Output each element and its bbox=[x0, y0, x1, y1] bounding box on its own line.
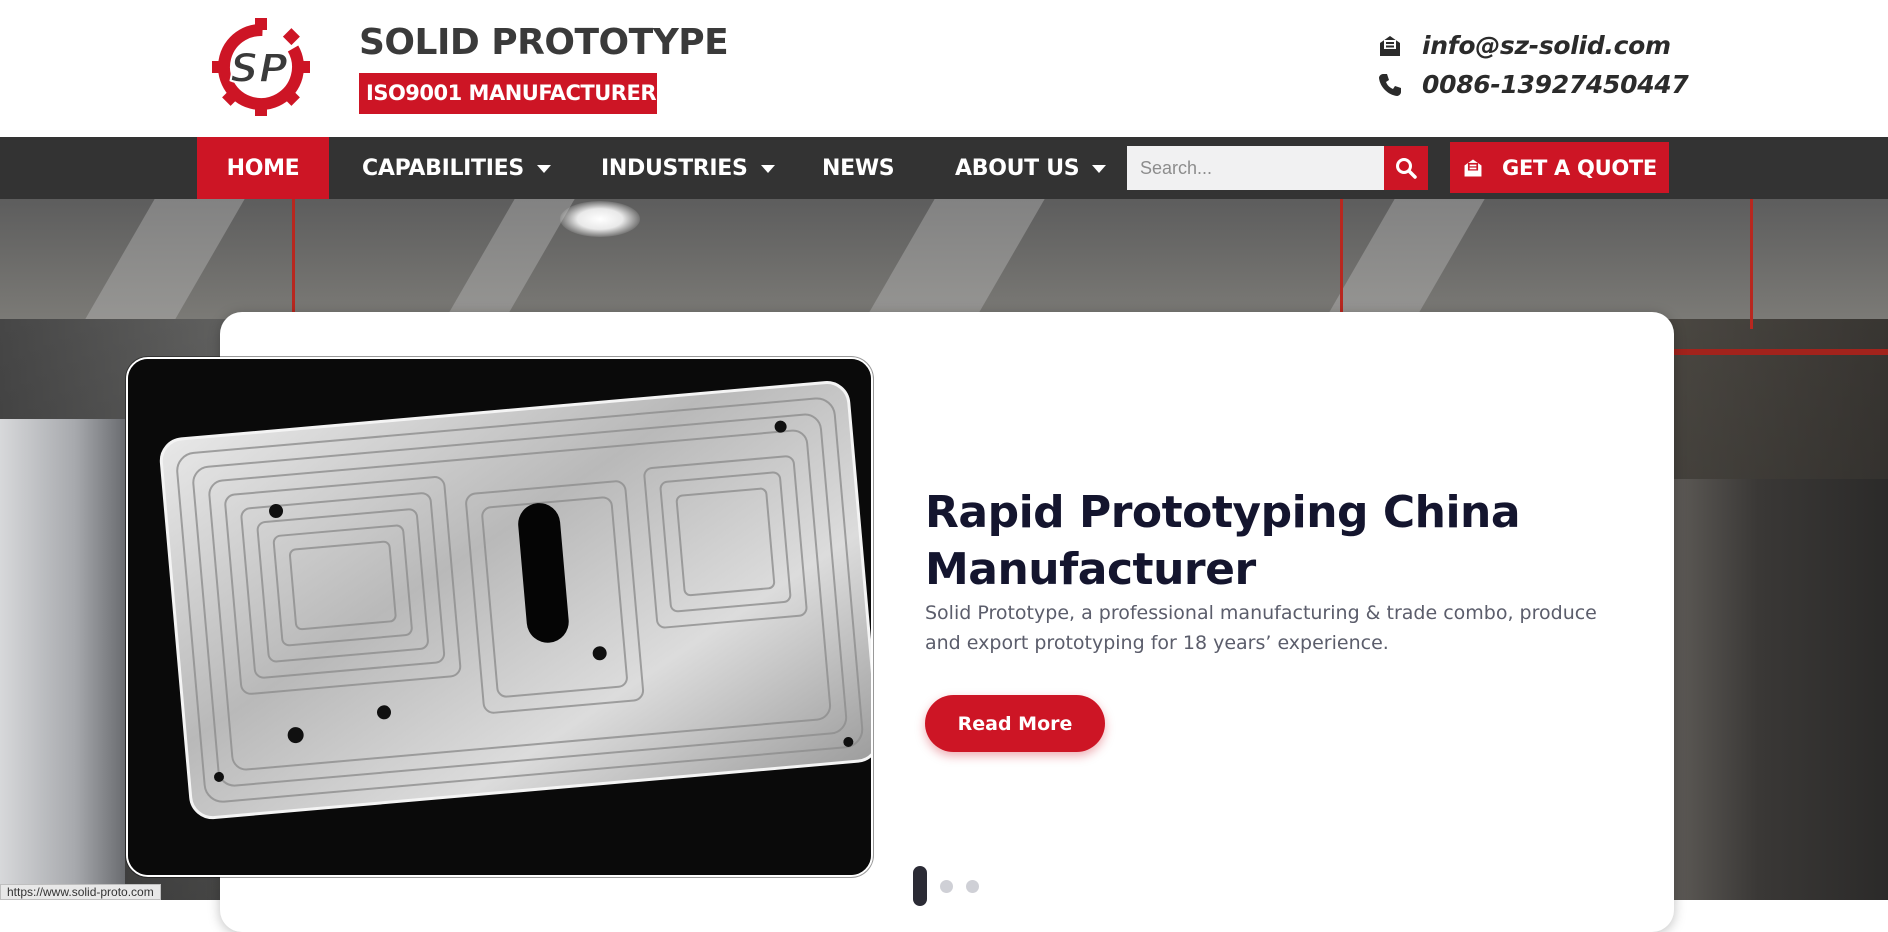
envelope-open-icon bbox=[1462, 157, 1484, 179]
company-logo[interactable]: SP bbox=[212, 18, 330, 116]
caret-down-icon bbox=[760, 165, 775, 173]
slider-pagination bbox=[913, 866, 992, 906]
nav-item-industries[interactable]: INDUSTRIES bbox=[601, 137, 775, 199]
search-input[interactable] bbox=[1127, 146, 1384, 190]
slider-dot-3[interactable] bbox=[966, 880, 979, 893]
cnc-machine-left bbox=[0, 419, 125, 900]
contact-phone[interactable]: 0086-13927450447 bbox=[1376, 70, 1689, 99]
nav-item-about-us[interactable]: ABOUT US bbox=[955, 137, 1107, 199]
browser-status-url: https://www.solid-proto.com bbox=[0, 884, 161, 900]
phone-link[interactable]: 0086-13927450447 bbox=[1422, 70, 1689, 99]
hero-slide-title: Rapid Prototyping China Manufacturer bbox=[925, 487, 1521, 595]
nav-item-label: HOME bbox=[226, 155, 300, 181]
search-icon bbox=[1396, 158, 1417, 179]
site-header: SP SOLID PROTOTYPE ISO9001 MANUFACTURER … bbox=[0, 0, 1888, 137]
envelope-open-icon bbox=[1376, 32, 1404, 60]
nav-item-label: INDUSTRIES bbox=[601, 155, 748, 181]
search-button[interactable] bbox=[1384, 146, 1428, 190]
get-a-quote-label: GET A QUOTE bbox=[1502, 155, 1657, 180]
contact-email[interactable]: info@sz-solid.com bbox=[1376, 31, 1671, 60]
hero-slide-image bbox=[126, 357, 873, 877]
slider-dot-1[interactable] bbox=[913, 866, 927, 906]
read-more-button[interactable]: Read More bbox=[925, 695, 1105, 752]
brand-title: SOLID PROTOTYPE bbox=[359, 22, 729, 63]
nav-item-home[interactable]: HOME bbox=[197, 137, 329, 199]
phone-icon bbox=[1376, 71, 1404, 99]
caret-down-icon bbox=[1092, 165, 1107, 173]
slider-dot-2[interactable] bbox=[940, 880, 953, 893]
machined-aluminum-plate-image bbox=[128, 359, 871, 875]
get-a-quote-button[interactable]: GET A QUOTE bbox=[1450, 142, 1669, 193]
caret-down-icon bbox=[536, 165, 551, 173]
nav-item-label: ABOUT US bbox=[955, 155, 1080, 181]
logo-text: SP bbox=[230, 46, 288, 92]
email-link[interactable]: info@sz-solid.com bbox=[1422, 31, 1671, 60]
nav-item-capabilities[interactable]: CAPABILITIES bbox=[362, 137, 551, 199]
cnc-machine-right bbox=[1672, 479, 1888, 900]
hero-slide-description: Solid Prototype, a professional manufact… bbox=[925, 602, 1597, 654]
nav-item-news[interactable]: NEWS bbox=[822, 137, 895, 199]
ceiling-lamp bbox=[560, 201, 640, 237]
brand-badge: ISO9001 MANUFACTURER bbox=[359, 73, 657, 114]
nav-item-label: NEWS bbox=[822, 155, 895, 181]
nav-item-label: CAPABILITIES bbox=[362, 155, 524, 181]
